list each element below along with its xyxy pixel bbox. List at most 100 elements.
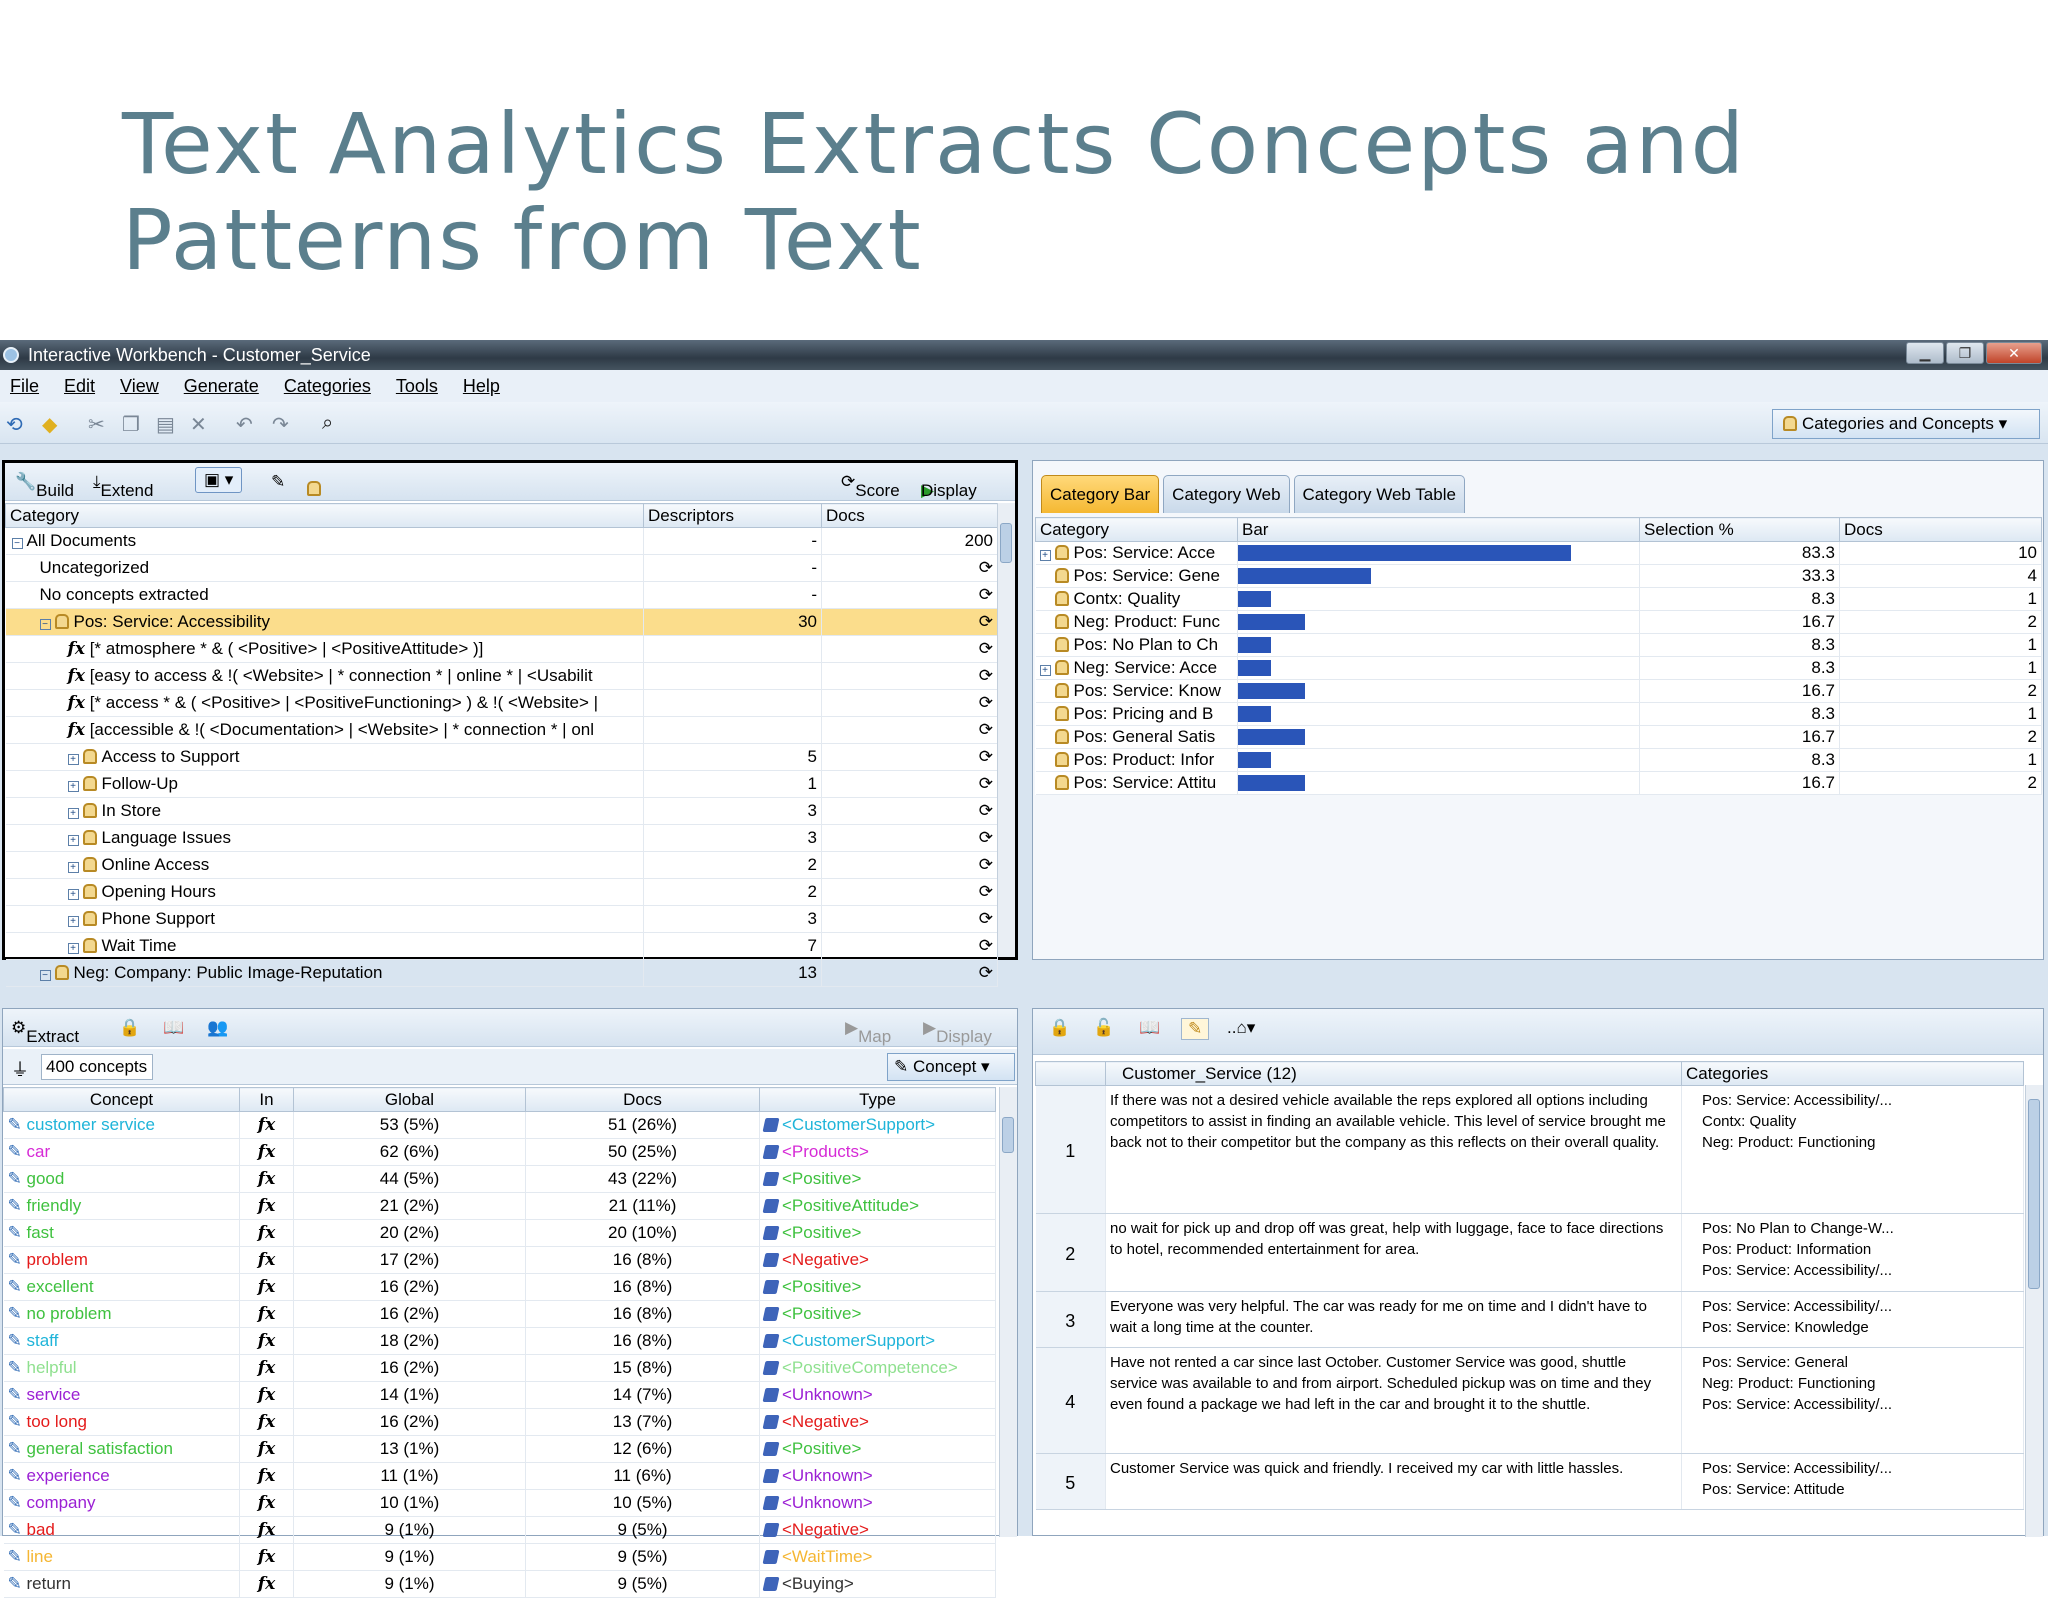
expand-icon[interactable]: + bbox=[67, 943, 79, 954]
col-docs[interactable]: Docs bbox=[821, 503, 998, 528]
concept-row[interactable]: ✎ return fx 9 (1%) 9 (5%) <Buying> bbox=[3, 1570, 996, 1598]
concept-row[interactable]: ✎ fast fx 20 (2%) 20 (10%) <Positive> bbox=[3, 1219, 996, 1247]
expand-icon[interactable]: + bbox=[1039, 550, 1051, 561]
collapse-icon[interactable]: − bbox=[39, 970, 51, 981]
maximize-icon[interactable]: ❐ bbox=[1946, 342, 1984, 364]
document-row[interactable]: 3 Everyone was very helpful. The car was … bbox=[1035, 1291, 2024, 1348]
col-concept-docs[interactable]: Docs bbox=[525, 1087, 760, 1112]
col-global[interactable]: Global bbox=[293, 1087, 526, 1112]
doc-category-icon[interactable]: ✎ bbox=[1181, 1018, 1210, 1040]
refresh-icon[interactable]: ⟳ bbox=[979, 612, 993, 631]
delete-icon[interactable]: ✕ bbox=[190, 412, 207, 437]
category-row[interactable]: + Opening Hours 2 ⟳ bbox=[5, 878, 998, 906]
doc-book-icon[interactable]: 📖 bbox=[1139, 1018, 1160, 1038]
extend-button[interactable]: ⤓ Extend bbox=[93, 472, 153, 500]
concept-row[interactable]: ✎ too long fx 16 (2%) 13 (7%) <Negative> bbox=[3, 1408, 996, 1436]
bar-row[interactable]: Pos: Product: Infor 8.3 1 bbox=[1035, 748, 2042, 772]
document-row[interactable]: 5 Customer Service was quick and friendly… bbox=[1035, 1453, 2024, 1510]
menu-generate[interactable]: Generate bbox=[184, 376, 259, 397]
category-row[interactable]: + Wait Time 7 ⟳ bbox=[5, 932, 998, 960]
col-bar-category[interactable]: Category bbox=[1035, 517, 1238, 542]
concept-row[interactable]: ✎ friendly fx 21 (2%) 21 (11%) <PositiveAtti… bbox=[3, 1192, 996, 1220]
menu-categories[interactable]: Categories bbox=[284, 376, 371, 397]
category-row[interactable]: fx [easy to access & !( <Website> | * co… bbox=[5, 662, 998, 690]
category-row[interactable]: − Pos: Service: Accessibility 30 ⟳ bbox=[5, 608, 998, 636]
concept-row[interactable]: ✎ no problem fx 16 (2%) 16 (8%) <Positive> bbox=[3, 1300, 996, 1328]
map-button[interactable]: ▶ Map bbox=[845, 1018, 891, 1046]
find-icon[interactable]: ⌕ bbox=[322, 412, 333, 435]
concept-row[interactable]: ✎ experience fx 11 (1%) 11 (6%) <Unknown> bbox=[3, 1462, 996, 1490]
build-button[interactable]: 🔧 Build bbox=[15, 472, 74, 500]
doc-options-dropdown[interactable]: ..⌂▾ bbox=[1227, 1018, 1255, 1038]
documents-scrollbar[interactable] bbox=[2025, 1085, 2043, 1537]
category-row[interactable]: − All Documents - 200 bbox=[5, 527, 998, 555]
new-icon[interactable]: ⟲ bbox=[6, 412, 23, 437]
col-category[interactable]: Category bbox=[5, 503, 644, 528]
document-row[interactable]: 1 If there was not a desired vehicle avai… bbox=[1035, 1085, 2024, 1214]
concept-row[interactable]: ✎ problem fx 17 (2%) 16 (8%) <Negative> bbox=[3, 1246, 996, 1274]
concepts-display-button[interactable]: ▶ Display bbox=[923, 1018, 992, 1046]
doc-unlock-icon[interactable]: 🔓 bbox=[1093, 1018, 1114, 1038]
extract-button[interactable]: ⚙ Extract bbox=[11, 1018, 79, 1046]
tab-category-bar[interactable]: Category Bar bbox=[1041, 475, 1160, 513]
col-doc-categories[interactable]: Categories bbox=[1681, 1061, 2024, 1086]
minimize-icon[interactable]: ▁ bbox=[1906, 342, 1944, 364]
col-doc-text[interactable]: Customer_Service (12) bbox=[1105, 1061, 1682, 1086]
score-button[interactable]: ⟳ Score bbox=[841, 472, 900, 500]
refresh-icon[interactable]: ⟳ bbox=[979, 639, 993, 658]
bar-row[interactable]: Pos: No Plan to Ch 8.3 1 bbox=[1035, 633, 2042, 657]
refresh-icon[interactable]: ⟳ bbox=[979, 828, 993, 847]
lock-icon[interactable]: 🔒 bbox=[119, 1018, 140, 1038]
gem-icon[interactable]: ◆ bbox=[42, 412, 57, 437]
concept-row[interactable]: ✎ excellent fx 16 (2%) 16 (8%) <Positive> bbox=[3, 1273, 996, 1301]
menu-file[interactable]: File bbox=[10, 376, 39, 397]
col-in[interactable]: In bbox=[239, 1087, 294, 1112]
category-row[interactable]: No concepts extracted - ⟳ bbox=[5, 581, 998, 609]
concept-row[interactable]: ✎ bad fx 9 (1%) 9 (5%) <Negative> bbox=[3, 1516, 996, 1544]
menu-help[interactable]: Help bbox=[463, 376, 500, 397]
refresh-icon[interactable]: ⟳ bbox=[979, 693, 993, 712]
menu-view[interactable]: View bbox=[120, 376, 159, 397]
refresh-icon[interactable]: ⟳ bbox=[979, 855, 993, 874]
tab-category-web[interactable]: Category Web bbox=[1163, 475, 1290, 513]
copy-icon[interactable]: ❐ bbox=[122, 412, 140, 437]
bar-row[interactable]: Pos: Pricing and B 8.3 1 bbox=[1035, 702, 2042, 726]
expand-icon[interactable]: + bbox=[67, 781, 79, 792]
category-row[interactable]: fx [* atmosphere * & ( <Positive> | <Pos… bbox=[5, 635, 998, 663]
category-row[interactable]: + In Store 3 ⟳ bbox=[5, 797, 998, 825]
refresh-icon[interactable]: ⟳ bbox=[979, 936, 993, 955]
redo-icon[interactable]: ↷ bbox=[272, 412, 289, 437]
expand-icon[interactable]: + bbox=[67, 835, 79, 846]
refresh-icon[interactable]: ⟳ bbox=[979, 882, 993, 901]
refresh-icon[interactable]: ⟳ bbox=[979, 666, 993, 685]
refresh-icon[interactable]: ⟳ bbox=[979, 585, 993, 604]
category-row[interactable]: fx [* access * & ( <Positive> | <Positiv… bbox=[5, 689, 998, 717]
bar-row[interactable]: Pos: General Satis 16.7 2 bbox=[1035, 725, 2042, 749]
col-type[interactable]: Type bbox=[759, 1087, 996, 1112]
bar-row[interactable]: Pos: Service: Gene 33.3 4 bbox=[1035, 564, 2042, 588]
tab-category-web-table[interactable]: Category Web Table bbox=[1293, 475, 1465, 513]
document-row[interactable]: 2 no wait for pick up and drop off was gr… bbox=[1035, 1213, 2024, 1292]
collapse-icon[interactable]: − bbox=[11, 538, 23, 549]
expand-icon[interactable]: + bbox=[67, 916, 79, 927]
col-selection[interactable]: Selection % bbox=[1639, 517, 1840, 542]
category-row[interactable]: + Access to Support 5 ⟳ bbox=[5, 743, 998, 771]
category-row[interactable]: + Phone Support 3 ⟳ bbox=[5, 905, 998, 933]
refresh-icon[interactable]: ⟳ bbox=[979, 909, 993, 928]
category-row[interactable]: + Follow-Up 1 ⟳ bbox=[5, 770, 998, 798]
concept-row[interactable]: ✎ customer service fx 53 (5%) 51 (26%) <Cust… bbox=[3, 1111, 996, 1139]
concept-row[interactable]: ✎ line fx 9 (1%) 9 (5%) <WaitTime> bbox=[3, 1543, 996, 1571]
bar-row[interactable]: + Pos: Service: Acce 83.3 10 bbox=[1035, 541, 2042, 565]
category-row[interactable]: fx [accessible & !( <Documentation> | <W… bbox=[5, 716, 998, 744]
concept-row[interactable]: ✎ helpful fx 16 (2%) 15 (8%) <PositiveCompet… bbox=[3, 1354, 996, 1382]
cut-icon[interactable]: ✂ bbox=[88, 412, 105, 437]
col-descriptors[interactable]: Descriptors bbox=[643, 503, 822, 528]
concept-row[interactable]: ✎ staff fx 18 (2%) 16 (8%) <CustomerSupport> bbox=[3, 1327, 996, 1355]
col-bar-docs[interactable]: Docs bbox=[1839, 517, 2042, 542]
bar-row[interactable]: + Neg: Service: Acce 8.3 1 bbox=[1035, 656, 2042, 680]
bar-row[interactable]: Pos: Service: Attitu 16.7 2 bbox=[1035, 771, 2042, 795]
category-row[interactable]: + Online Access 2 ⟳ bbox=[5, 851, 998, 879]
expand-icon[interactable]: + bbox=[1039, 665, 1051, 676]
bar-row[interactable]: Neg: Product: Func 16.7 2 bbox=[1035, 610, 2042, 634]
refresh-icon[interactable]: ⟳ bbox=[979, 558, 993, 577]
